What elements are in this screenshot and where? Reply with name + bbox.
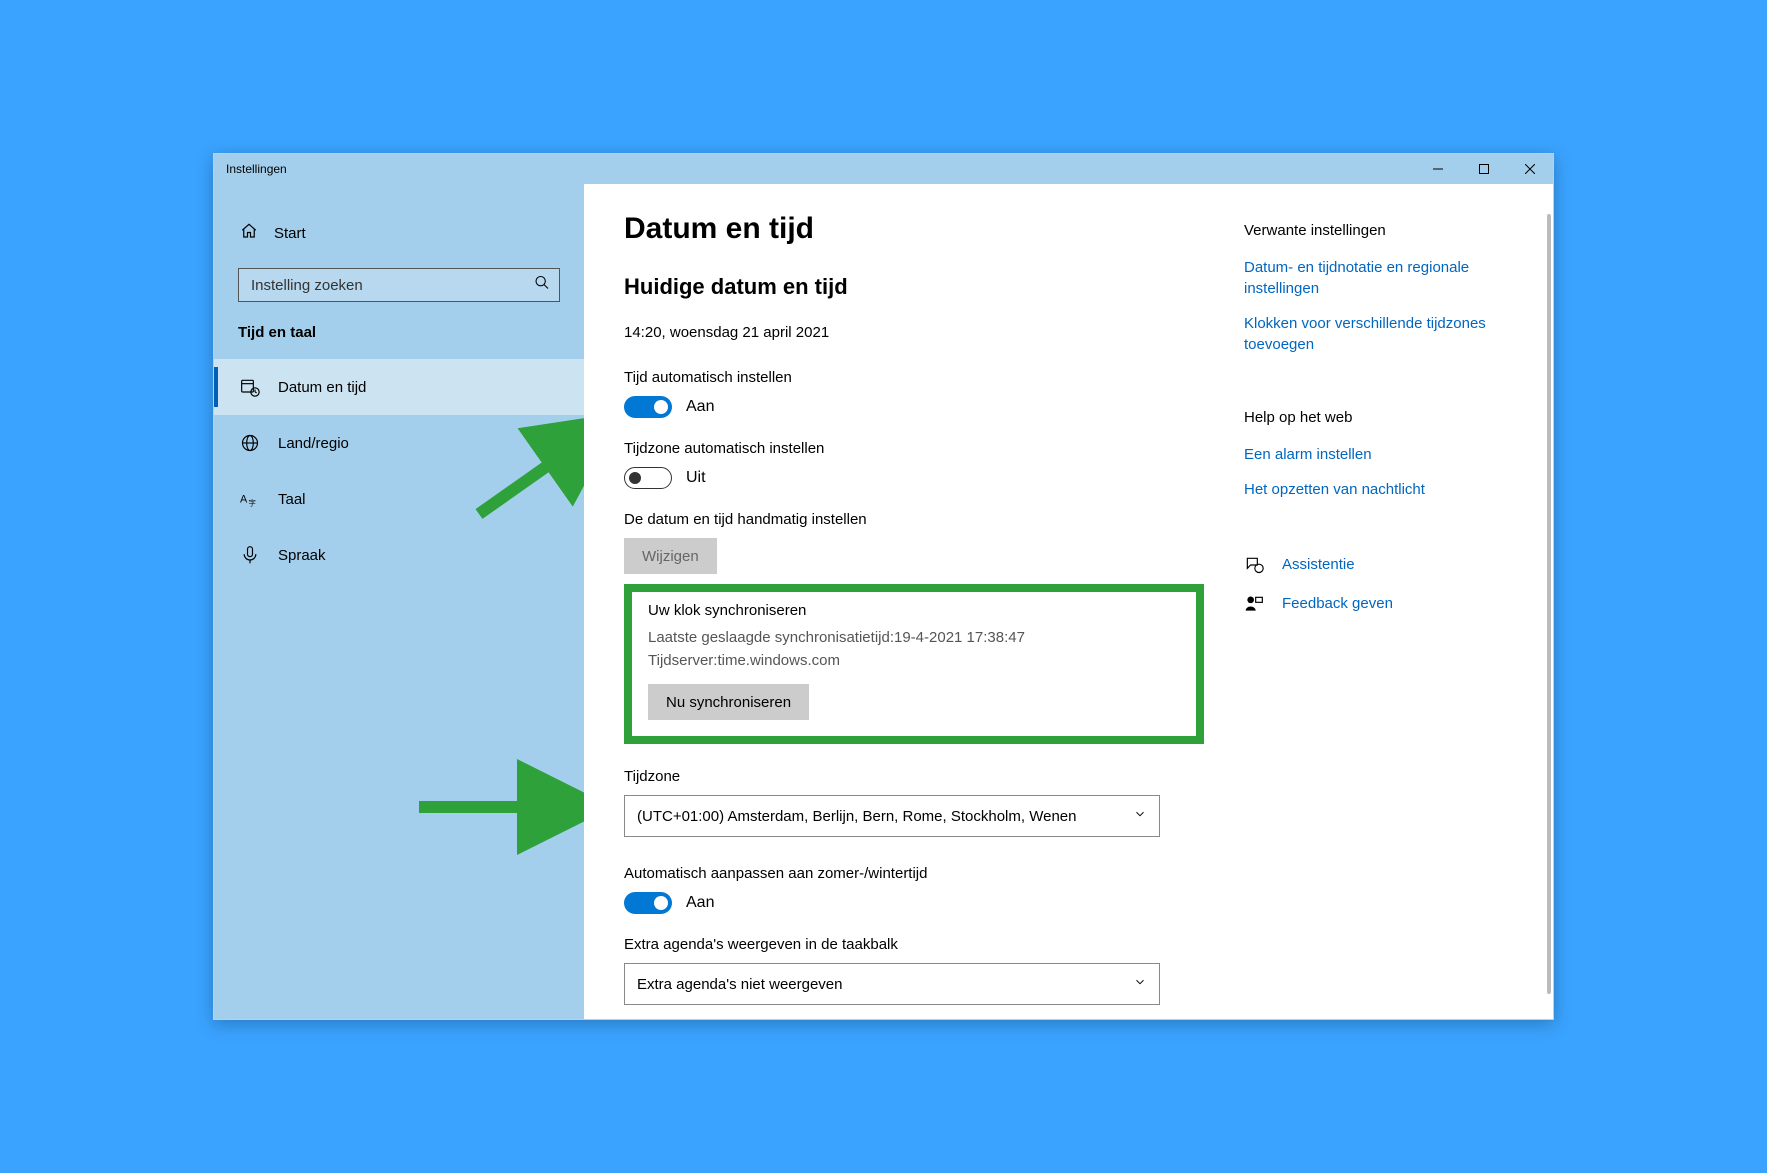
auto-timezone-switch[interactable]: [624, 467, 672, 489]
calendar-clock-icon: [240, 377, 260, 397]
sync-last: Laatste geslaagde synchronisatietijd:19-…: [648, 627, 1180, 650]
chevron-down-icon: [1133, 975, 1147, 993]
sidebar: Start Tijd en taal Datum en tijd Land/r: [214, 184, 584, 1019]
maximize-button[interactable]: [1461, 154, 1507, 184]
window-controls: [1415, 154, 1553, 184]
settings-content: Datum en tijd Huidige datum en tijd 14:2…: [624, 212, 1204, 989]
web-help-heading: Help op het web: [1244, 409, 1544, 426]
dst-toggle: Aan: [624, 892, 1204, 914]
search-input[interactable]: [238, 268, 560, 302]
page-title: Datum en tijd: [624, 212, 1204, 246]
auto-timezone-toggle: Uit: [624, 467, 1204, 489]
sidebar-item-date-time[interactable]: Datum en tijd: [214, 359, 584, 415]
settings-window: Instellingen Start: [213, 153, 1554, 1020]
feedback-icon: [1244, 594, 1264, 614]
dst-label: Automatisch aanpassen aan zomer-/wintert…: [624, 865, 1204, 882]
auto-time-label: Tijd automatisch instellen: [624, 369, 1204, 386]
minimize-button[interactable]: [1415, 154, 1461, 184]
sync-info: Laatste geslaagde synchronisatietijd:19-…: [648, 627, 1180, 672]
search-icon: [534, 275, 550, 296]
sidebar-item-label: Taal: [278, 491, 306, 508]
sync-clock-highlight: Uw klok synchroniseren Laatste geslaagde…: [624, 584, 1204, 744]
timezone-select[interactable]: (UTC+01:00) Amsterdam, Berlijn, Bern, Ro…: [624, 795, 1160, 837]
close-button[interactable]: [1507, 154, 1553, 184]
sidebar-home[interactable]: Start: [214, 218, 584, 262]
feedback-row[interactable]: Feedback geven: [1244, 593, 1544, 614]
dst-state: Aan: [686, 894, 714, 912]
link-add-clocks[interactable]: Klokken voor verschillende tijdzones toe…: [1244, 313, 1544, 355]
timezone-label: Tijdzone: [624, 768, 1204, 785]
home-icon: [240, 222, 258, 244]
link-date-format[interactable]: Datum- en tijdnotatie en regionale inste…: [1244, 257, 1544, 299]
sync-server: Tijdserver:time.windows.com: [648, 650, 1180, 673]
sidebar-item-label: Land/regio: [278, 435, 349, 452]
sidebar-item-label: Datum en tijd: [278, 379, 366, 396]
sidebar-home-label: Start: [274, 225, 306, 242]
sidebar-item-region[interactable]: Land/regio: [214, 415, 584, 471]
dst-switch[interactable]: [624, 892, 672, 914]
svg-text:A: A: [240, 493, 248, 505]
feedback-link: Feedback geven: [1282, 593, 1393, 614]
globe-icon: [240, 433, 260, 453]
related-panel: Verwante instellingen Datum- en tijdnota…: [1244, 212, 1544, 989]
auto-time-switch[interactable]: [624, 396, 672, 418]
assist-link: Assistentie: [1282, 554, 1355, 575]
auto-time-toggle: Aan: [624, 396, 1204, 418]
extra-calendars-select[interactable]: Extra agenda's niet weergeven: [624, 963, 1160, 1005]
current-datetime-heading: Huidige datum en tijd: [624, 274, 1204, 300]
scrollbar[interactable]: [1547, 184, 1553, 1019]
auto-time-state: Aan: [686, 398, 714, 416]
main-content: Datum en tijd Huidige datum en tijd 14:2…: [584, 184, 1553, 1019]
sidebar-search: [238, 268, 560, 302]
sidebar-item-speech[interactable]: Spraak: [214, 527, 584, 583]
titlebar: Instellingen: [214, 154, 1553, 184]
assist-icon: [1244, 555, 1264, 575]
window-title: Instellingen: [226, 162, 287, 176]
svg-text:字: 字: [248, 498, 256, 508]
sidebar-item-label: Spraak: [278, 547, 326, 564]
auto-timezone-label: Tijdzone automatisch instellen: [624, 440, 1204, 457]
sync-heading: Uw klok synchroniseren: [648, 602, 1180, 619]
sidebar-category-title: Tijd en taal: [214, 324, 584, 359]
sidebar-item-language[interactable]: A字 Taal: [214, 471, 584, 527]
change-button[interactable]: Wijzigen: [624, 538, 717, 574]
extra-calendars-value: Extra agenda's niet weergeven: [637, 976, 843, 993]
timezone-value: (UTC+01:00) Amsterdam, Berlijn, Bern, Ro…: [637, 808, 1076, 825]
related-heading: Verwante instellingen: [1244, 222, 1544, 239]
link-set-alarm[interactable]: Een alarm instellen: [1244, 444, 1544, 465]
window-body: Start Tijd en taal Datum en tijd Land/r: [214, 184, 1553, 1019]
manual-set-label: De datum en tijd handmatig instellen: [624, 511, 1204, 528]
link-night-light[interactable]: Het opzetten van nachtlicht: [1244, 479, 1544, 500]
auto-timezone-state: Uit: [686, 469, 706, 487]
chevron-down-icon: [1133, 807, 1147, 825]
current-datetime-value: 14:20, woensdag 21 april 2021: [624, 324, 1204, 341]
sync-now-button[interactable]: Nu synchroniseren: [648, 684, 809, 720]
language-icon: A字: [240, 489, 260, 509]
microphone-icon: [240, 545, 260, 565]
extra-calendars-label: Extra agenda's weergeven in de taakbalk: [624, 936, 1204, 953]
assist-row[interactable]: Assistentie: [1244, 554, 1544, 575]
